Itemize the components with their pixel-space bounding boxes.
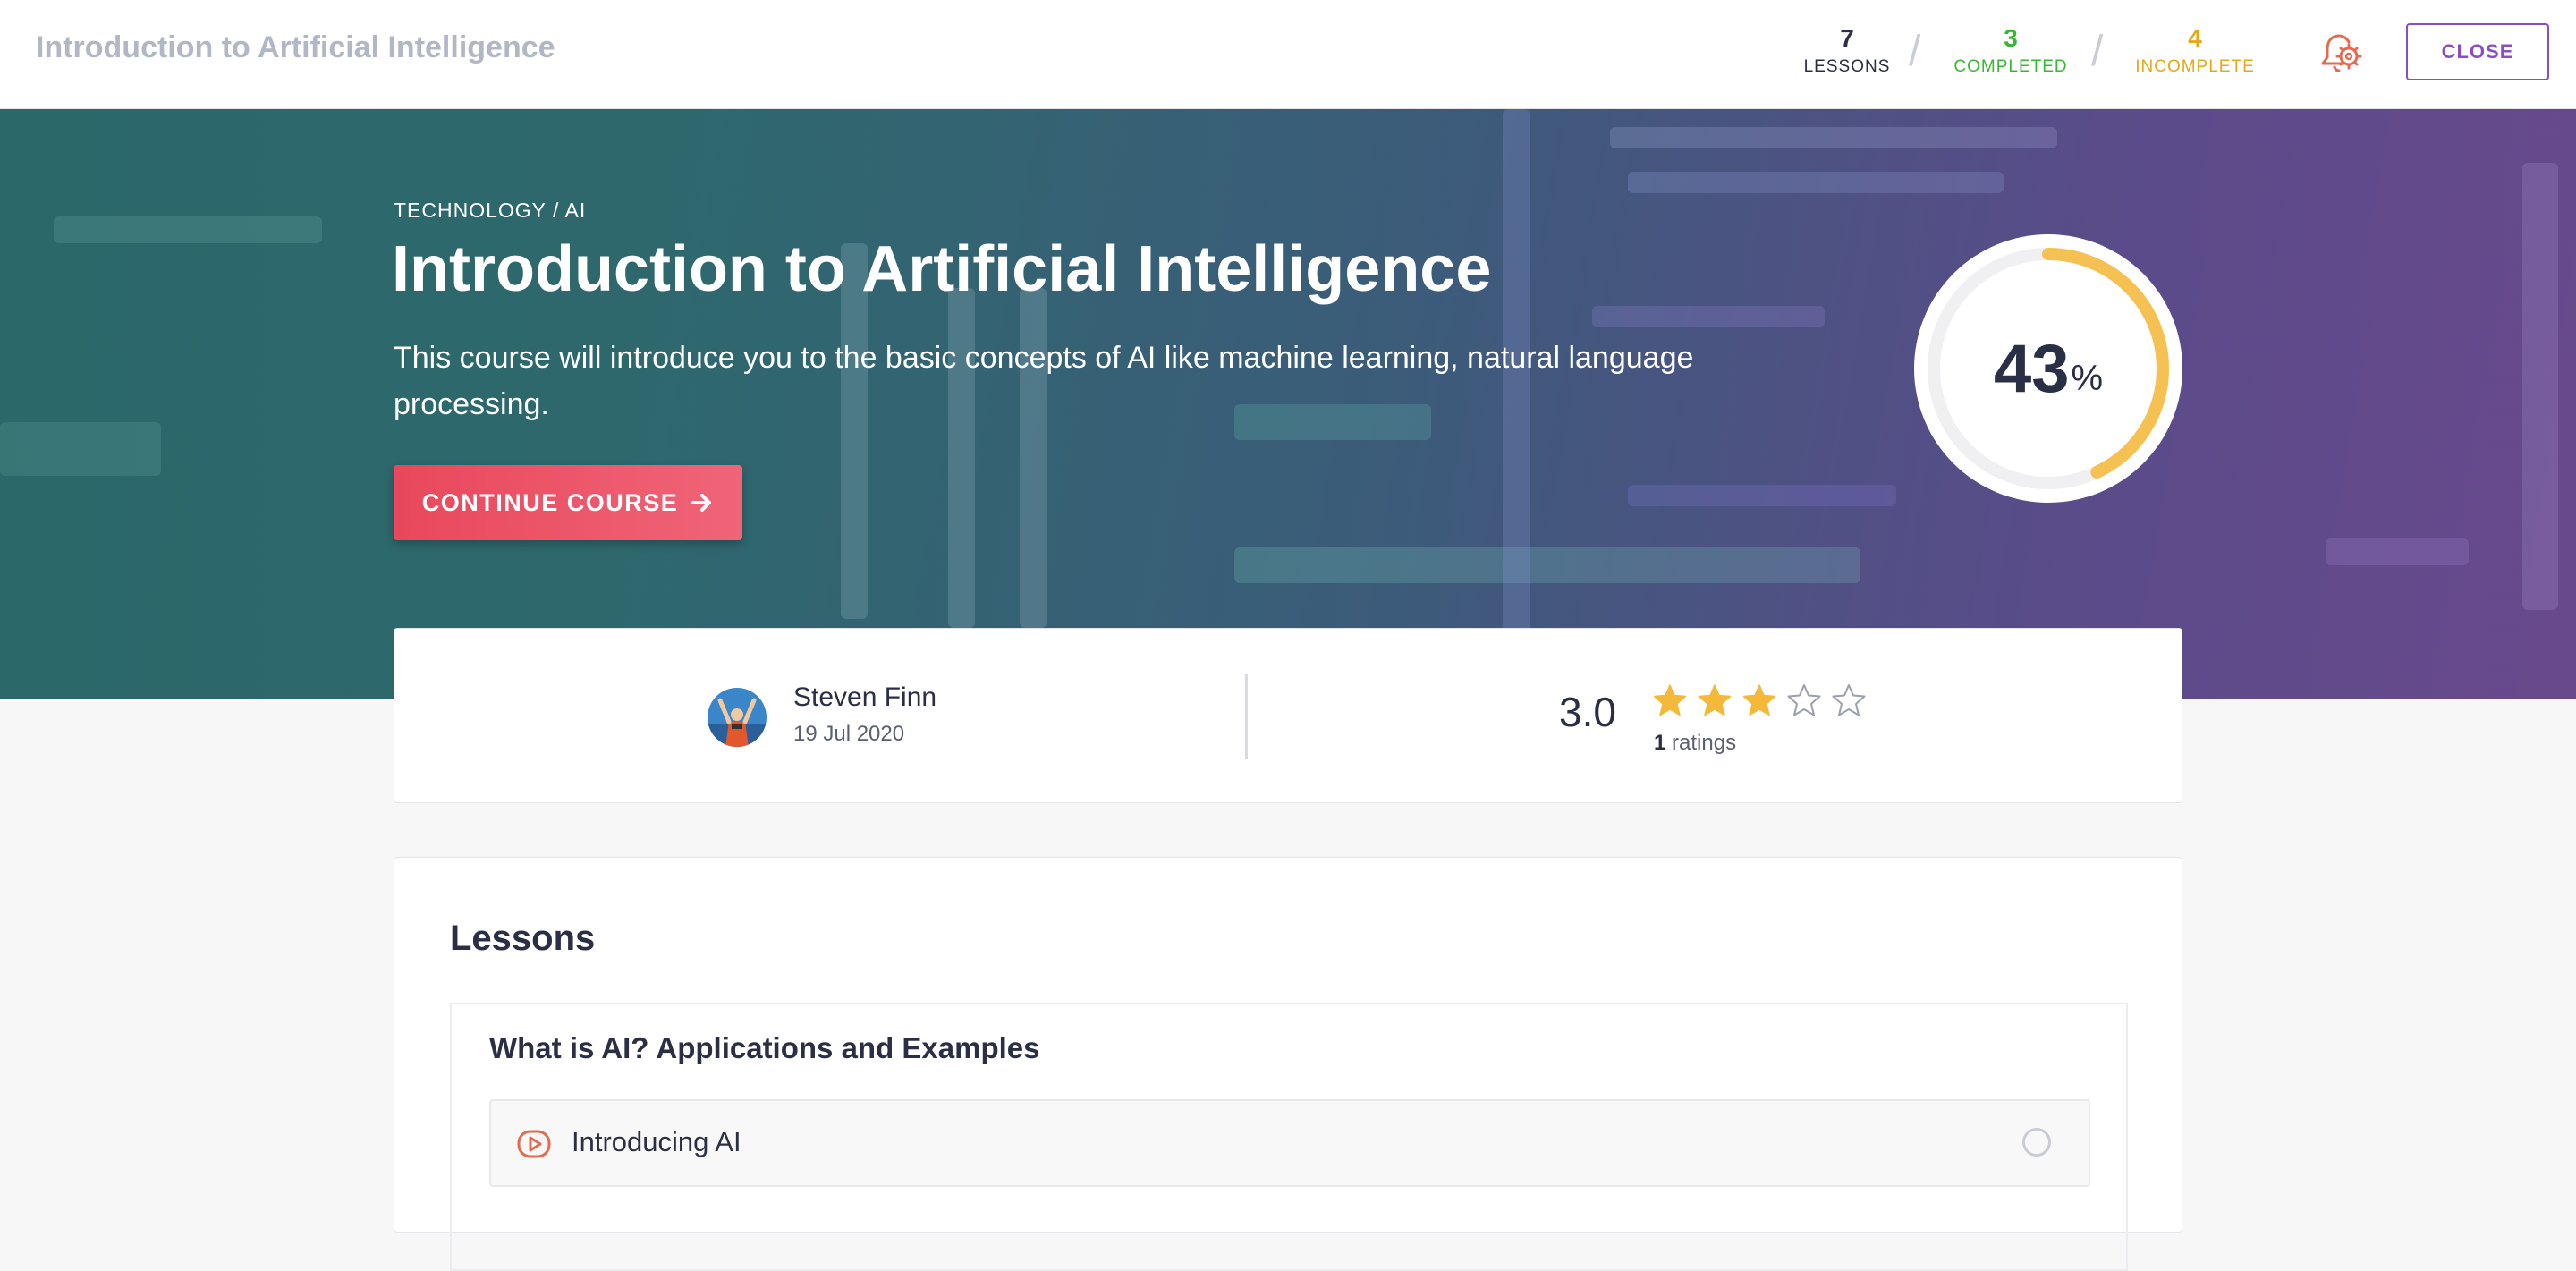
rating-count-number: 1 <box>1654 731 1666 755</box>
close-button[interactable]: CLOSE <box>2406 23 2549 80</box>
author-avatar[interactable] <box>708 688 767 747</box>
continue-course-label: CONTINUE COURSE <box>421 488 679 516</box>
top-bar: Introduction to Artificial Intelligence … <box>0 0 2576 109</box>
arrow-right-icon <box>691 494 712 512</box>
section-title: What is AI? Applications and Examples <box>489 1031 1040 1064</box>
progress-percent: 43 <box>1993 330 2070 407</box>
rating-value: 3.0 <box>1559 689 1616 735</box>
course-description: This course will introduce you to the ba… <box>394 341 1694 421</box>
continue-course-button[interactable]: CONTINUE COURSE <box>394 465 742 540</box>
rating-stars[interactable] <box>1652 682 1867 718</box>
rating-count-label: ratings <box>1672 731 1737 755</box>
lesson-title: Introducing AI <box>572 1126 741 1157</box>
avatar-image <box>708 688 767 747</box>
lesson-section: What is AI? Applications and Examples In… <box>450 1003 2128 1271</box>
lessons-panel: Lessons What is AI? Applications and Exa… <box>394 857 2182 1271</box>
star-filled-icon[interactable] <box>1741 682 1777 718</box>
course-title: Introduction to Artificial Intelligence <box>392 233 1492 305</box>
incomplete-stat: 4 INCOMPLETE <box>2129 23 2261 80</box>
lesson-completion-checkbox[interactable] <box>2022 1128 2051 1157</box>
lessons-count: 7 <box>1840 24 1854 52</box>
completed-label: COMPLETED <box>1953 57 2068 76</box>
incomplete-label: INCOMPLETE <box>2135 57 2255 76</box>
progress-value: 43% <box>1912 233 2184 504</box>
author-name: Steven Finn <box>793 682 937 712</box>
star-filled-icon[interactable] <box>1652 682 1688 718</box>
lessons-stat: 7 LESSONS <box>1798 23 1896 80</box>
rating-count: 1 ratings <box>1654 731 1736 756</box>
video-play-icon <box>517 1130 551 1158</box>
lessons-heading: Lessons <box>450 919 596 958</box>
lessons-label: LESSONS <box>1803 57 1891 76</box>
course-info-card: Steven Finn 19 Jul 2020 3.0 1 ratings <box>394 628 2182 803</box>
star-empty-icon[interactable] <box>1831 682 1867 718</box>
stat-divider: / <box>2091 28 2104 75</box>
completed-count: 3 <box>2004 24 2018 52</box>
completed-stat: 3 COMPLETED <box>1948 23 2073 80</box>
course-hero: TECHNOLOGY / AI Introduction to Artifici… <box>0 109 2576 699</box>
progress-unit: % <box>2071 358 2104 398</box>
breadcrumb: TECHNOLOGY / AI <box>394 199 587 222</box>
star-filled-icon[interactable] <box>1697 682 1733 718</box>
incomplete-count: 4 <box>2188 24 2202 52</box>
gear-bell-icon <box>2321 34 2362 72</box>
notification-settings-button[interactable] <box>2313 27 2365 79</box>
card-divider <box>1245 674 1248 759</box>
star-empty-icon[interactable] <box>1786 682 1822 718</box>
lesson-item[interactable]: Introducing AI <box>489 1099 2090 1187</box>
stat-divider: / <box>1909 28 1921 75</box>
published-date: 19 Jul 2020 <box>793 722 905 746</box>
app-title: Introduction to Artificial Intelligence <box>36 30 555 64</box>
